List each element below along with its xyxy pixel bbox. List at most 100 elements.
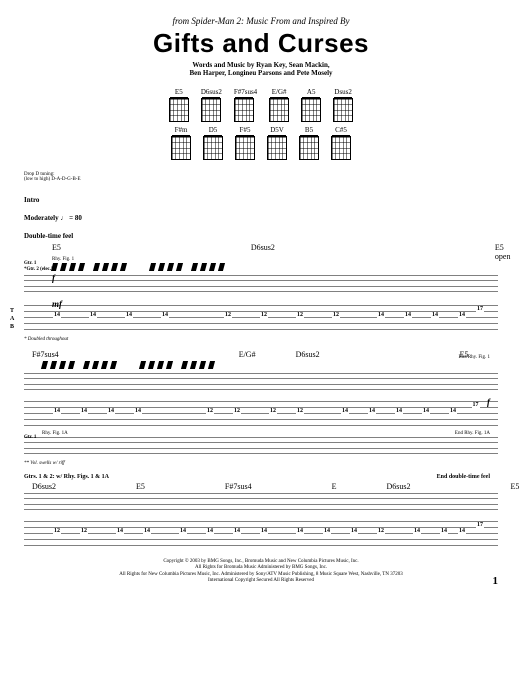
tab-number: 14 xyxy=(458,528,466,534)
chord-symbols-row: E5 D6sus2 E5 open xyxy=(24,243,498,261)
intro-label: Intro xyxy=(24,196,39,204)
tuning-label: Drop D tuning: xyxy=(24,172,55,177)
fretboard-icon xyxy=(203,136,223,160)
tab-staff: 14 14 14 14 12 12 12 12 14 14 14 14 14 1… xyxy=(24,401,498,431)
fretboard-icon xyxy=(171,136,191,160)
copyright-line: All Rights for Bromuda Music Administere… xyxy=(195,565,327,570)
tab-number: 14 xyxy=(161,312,169,318)
tab-number: 12 xyxy=(296,408,304,414)
chord-symbol: F#7sus4 xyxy=(225,482,252,491)
fretboard-icon xyxy=(201,98,221,122)
rhythm-slashes xyxy=(52,263,498,271)
tab-number: 12 xyxy=(224,312,232,318)
copyright-line: Copyright © 2003 by BMG Songs, Inc., Bro… xyxy=(163,559,358,564)
chord-row-1: E5 D6sus2 F#7sus4 E/G# A5 Dsus2 xyxy=(169,88,353,122)
tab-label: TAB xyxy=(10,307,14,331)
system-3: Gtrs. 1 & 2: w/ Rhy. Figs. 1 & 1A D6sus2… xyxy=(24,474,498,551)
chord-diagram: Dsus2 xyxy=(333,88,353,122)
chord-diagram: E5 xyxy=(169,88,189,122)
copyright-block: Copyright © 2003 by BMG Songs, Inc., Bro… xyxy=(24,559,498,585)
chord-diagram: A5 xyxy=(301,88,321,122)
tab-number: 14 xyxy=(440,528,448,534)
chord-diagram: D6sus2 xyxy=(201,88,222,122)
tab-number: 14 xyxy=(431,312,439,318)
chord-symbol: D6sus2 xyxy=(251,243,275,261)
fretboard-icon xyxy=(333,98,353,122)
chord-diagram: F#7sus4 xyxy=(234,88,257,122)
chord-symbol: D6sus2 xyxy=(386,482,410,491)
tab-number: 12 xyxy=(269,408,277,414)
chord-symbol: D6sus2 xyxy=(296,350,320,359)
gtr-instruction: Gtrs. 1 & 2: w/ Rhy. Figs. 1 & 1A xyxy=(24,474,498,480)
chord-diagram: C#5 xyxy=(331,126,351,160)
chord-diagram: F#m xyxy=(171,126,191,160)
source-line: from Spider-Man 2: Music From and Inspir… xyxy=(24,16,498,26)
tab-number: 14 xyxy=(458,312,466,318)
system-1: E5 D6sus2 E5 open Gtr. 1 Rhy. Fig. 1 f *… xyxy=(24,243,498,342)
chord-symbol: E5 xyxy=(136,482,145,491)
chord-symbol: E5 open xyxy=(495,243,511,261)
tab-number: 12 xyxy=(260,312,268,318)
rhy-fig-label: Rhy. Fig. 1A xyxy=(42,431,68,436)
chord-diagram: B5 xyxy=(299,126,319,160)
tab-number: 14 xyxy=(422,408,430,414)
chord-diagram: F#5 xyxy=(235,126,255,160)
gtr-label: Gtr. 1 xyxy=(24,261,36,266)
end-rhy-label: End Rhy. Fig. 1 xyxy=(459,355,490,360)
tab-number: 17 xyxy=(476,522,484,528)
tab-number: 12 xyxy=(296,312,304,318)
tab-number: 14 xyxy=(323,528,331,534)
tab-staff: TAB 14 14 14 14 12 12 12 12 14 14 14 14 … xyxy=(24,305,498,335)
song-title: Gifts and Curses xyxy=(24,28,498,59)
rhy-fig-label: Rhy. Fig. 1 xyxy=(52,257,74,262)
fretboard-icon xyxy=(169,98,189,122)
tab-number: 12 xyxy=(53,528,61,534)
notation-staff xyxy=(24,493,498,515)
tab-number: 14 xyxy=(413,528,421,534)
tab-number: 12 xyxy=(332,312,340,318)
notation-staff-gtr1 xyxy=(24,437,498,459)
tab-number: 14 xyxy=(368,408,376,414)
chord-diagram: D5 xyxy=(203,126,223,160)
tab-number: 14 xyxy=(116,528,124,534)
tab-number: 12 xyxy=(233,408,241,414)
rhythm-slashes xyxy=(42,361,498,369)
system-2: F#7sus4 E/G# D6sus2 E5 End Rhy. Fig. 1 f… xyxy=(24,350,498,466)
chord-symbol: E5 xyxy=(511,482,520,491)
tab-number: 14 xyxy=(53,408,61,414)
feel-label: Double-time feel xyxy=(24,232,73,240)
credits: Words and Music by Ryan Key, Sean Mackin… xyxy=(24,61,498,78)
tuning: Drop D tuning: (low to high) D-A-D-G-B-E xyxy=(24,172,498,183)
tab-number: 14 xyxy=(80,408,88,414)
tab-number: 14 xyxy=(89,312,97,318)
fretboard-icon xyxy=(301,98,321,122)
end-feel-label: End double-time feel xyxy=(437,474,490,480)
chord-symbol: F#7sus4 xyxy=(32,350,59,359)
footnote: * Doubled throughout xyxy=(24,337,498,342)
tab-number: 14 xyxy=(134,408,142,414)
tab-number: 14 xyxy=(350,528,358,534)
fretboard-icon xyxy=(234,98,254,122)
tab-number: 12 xyxy=(206,408,214,414)
credits-line2: Ben Harper, Longineu Parsons and Pete Mo… xyxy=(189,69,332,77)
tab-number: 12 xyxy=(80,528,88,534)
tuning-notes: (low to high) D-A-D-G-B-E xyxy=(24,177,81,182)
tempo-block: Intro Moderately ♩ = 80 Double-time feel xyxy=(24,189,498,243)
gtr-label: *Gtr. 2 (elec.) xyxy=(24,267,53,272)
chord-diagram: D5V xyxy=(267,126,287,160)
copyright-line: All Rights for New Columbia Pictures Mus… xyxy=(119,572,402,577)
footnote: ** Vol. swells w/ riff xyxy=(24,461,498,466)
tab-number: 12 xyxy=(377,528,385,534)
tab-number: 14 xyxy=(143,528,151,534)
tab-number: 14 xyxy=(233,528,241,534)
page-number: 1 xyxy=(493,575,499,587)
tab-number: 14 xyxy=(404,312,412,318)
chord-row-2: F#m D5 F#5 D5V B5 C#5 xyxy=(171,126,351,160)
tab-number: 14 xyxy=(296,528,304,534)
fretboard-icon xyxy=(299,136,319,160)
tab-number: 14 xyxy=(125,312,133,318)
tab-staff: 12 12 14 14 14 14 14 14 14 14 14 12 14 1… xyxy=(24,521,498,551)
tab-number: 14 xyxy=(206,528,214,534)
copyright-line: International Copyright Secured All Righ… xyxy=(208,578,314,583)
fretboard-icon xyxy=(235,136,255,160)
